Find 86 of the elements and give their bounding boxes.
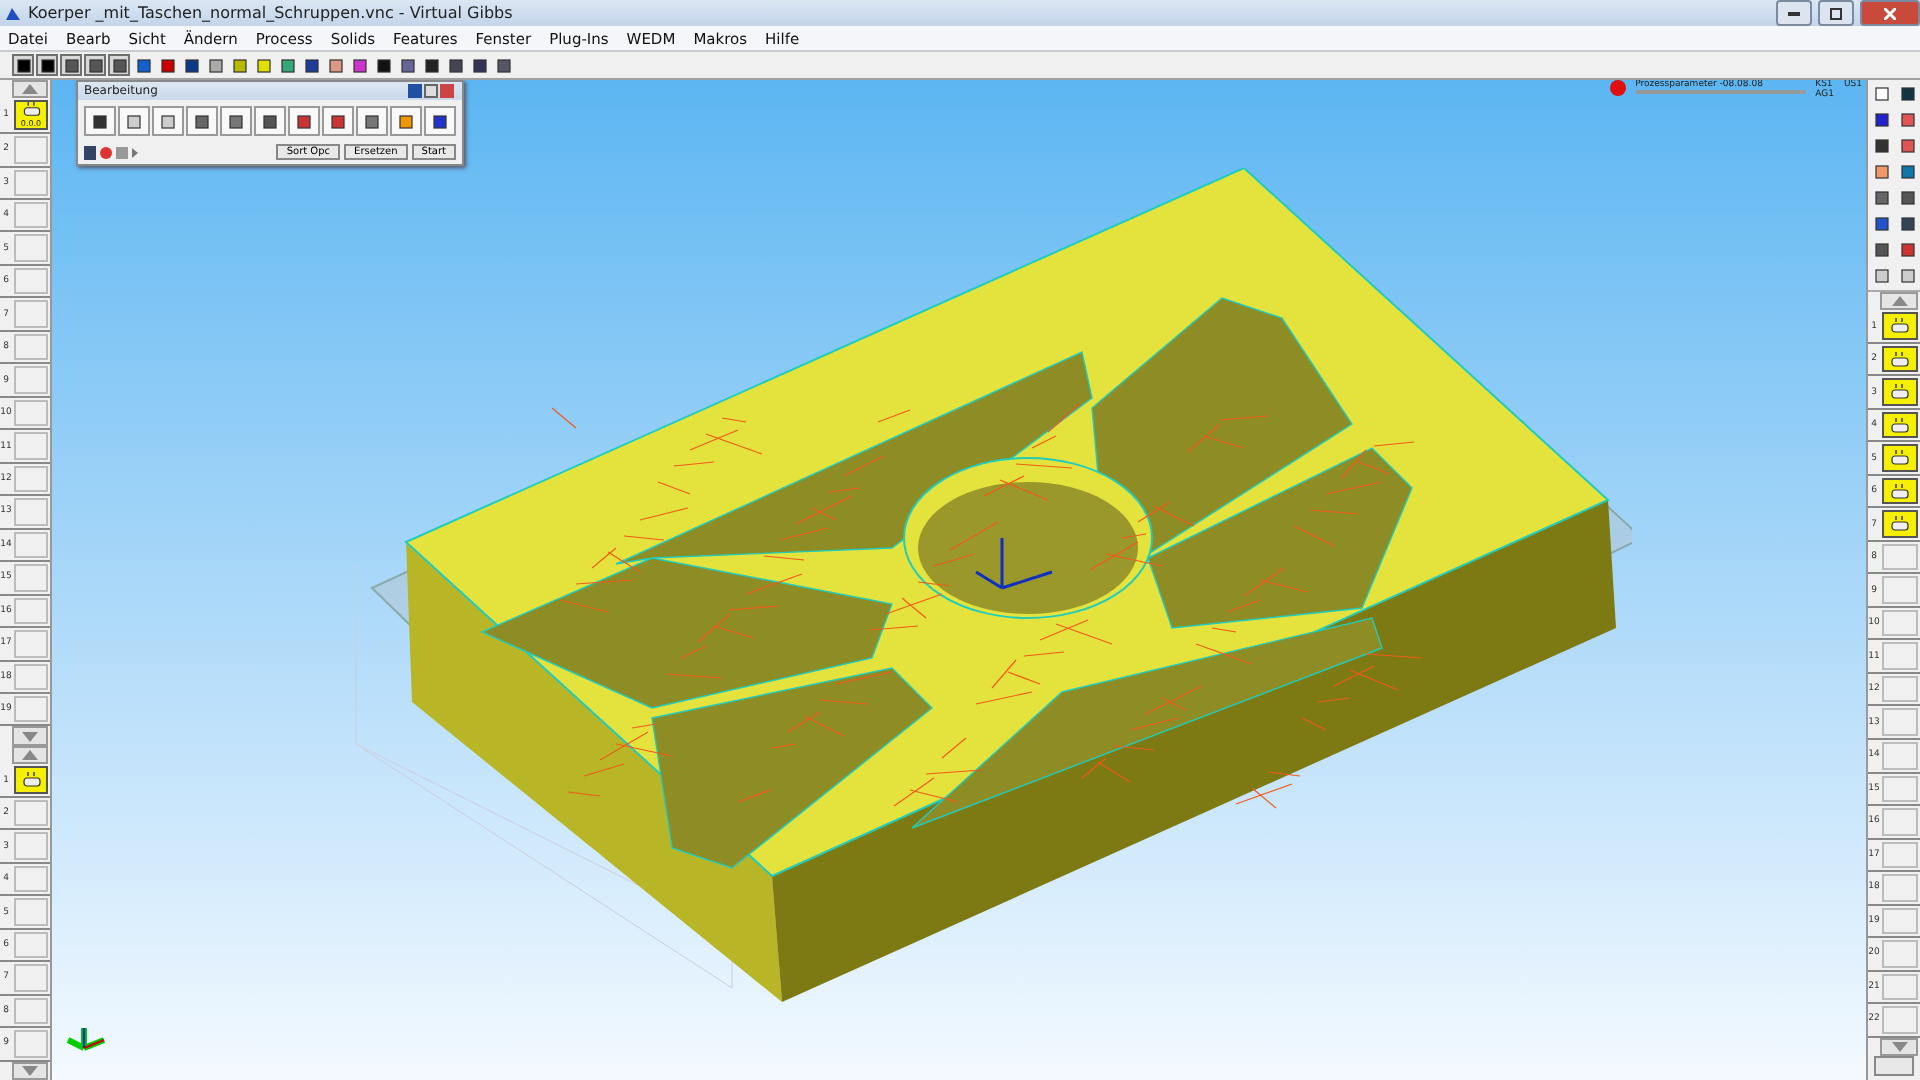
slot[interactable] bbox=[1882, 345, 1918, 373]
tool-icon bbox=[1890, 483, 1910, 500]
tool-icon bbox=[92, 113, 108, 129]
tool-button[interactable] bbox=[1896, 134, 1920, 158]
toolbar-button[interactable] bbox=[276, 54, 298, 76]
scroll-up-icon[interactable] bbox=[1889, 296, 1909, 307]
tool-icon bbox=[330, 113, 346, 129]
operation-button[interactable] bbox=[288, 106, 320, 136]
tool-button[interactable] bbox=[1870, 108, 1894, 132]
toolbar-button[interactable] bbox=[84, 54, 106, 76]
toolbar-button[interactable] bbox=[300, 54, 322, 76]
toolbar-button[interactable] bbox=[156, 54, 178, 76]
tool-icon bbox=[21, 102, 41, 119]
tool-button[interactable] bbox=[1896, 160, 1920, 184]
tool-button[interactable] bbox=[1870, 160, 1894, 184]
tool-icon bbox=[296, 113, 312, 129]
tool-icon bbox=[398, 113, 414, 129]
scroll-up-icon[interactable] bbox=[20, 750, 40, 761]
operation-button[interactable] bbox=[356, 106, 388, 136]
scroll-button[interactable] bbox=[1880, 292, 1918, 311]
tool-button[interactable] bbox=[1896, 82, 1920, 106]
operation-button[interactable] bbox=[390, 106, 422, 136]
toolbar-button[interactable] bbox=[180, 54, 202, 76]
tool-icon bbox=[160, 113, 176, 129]
tool-icon bbox=[1890, 318, 1910, 335]
scroll-up-icon[interactable] bbox=[20, 84, 40, 95]
window-title: Koerper _mit_Taschen_normal_Schruppen.vnc - Virtual Gibbs bbox=[28, 4, 515, 22]
tool-icon bbox=[1890, 450, 1910, 467]
tool-icon bbox=[364, 113, 380, 129]
tool-icon bbox=[126, 113, 142, 129]
toolbar-button[interactable] bbox=[12, 54, 34, 76]
slot[interactable] bbox=[1882, 444, 1918, 472]
minimize-icon bbox=[1788, 10, 1800, 16]
operation-button[interactable] bbox=[220, 106, 252, 136]
tool-icon bbox=[1890, 384, 1910, 401]
tool-button[interactable] bbox=[1896, 108, 1920, 132]
toolbar-button[interactable] bbox=[108, 54, 130, 76]
slot[interactable] bbox=[1882, 378, 1918, 406]
tool-button[interactable] bbox=[1870, 134, 1894, 158]
toolbar-button[interactable] bbox=[492, 54, 514, 76]
tool-icon bbox=[262, 113, 278, 129]
app-icon bbox=[4, 4, 22, 22]
toolbar-button[interactable] bbox=[396, 54, 418, 76]
slot[interactable] bbox=[1882, 411, 1918, 439]
toolbar-button[interactable] bbox=[372, 54, 394, 76]
stop-icon bbox=[1609, 80, 1626, 96]
tool-button[interactable] bbox=[1870, 238, 1894, 262]
slot[interactable] bbox=[14, 766, 48, 794]
toolbar-button[interactable] bbox=[60, 54, 82, 76]
close-icon bbox=[1884, 7, 1896, 19]
tool-icon bbox=[228, 113, 244, 129]
close-button[interactable] bbox=[1860, 0, 1920, 26]
tool-icon bbox=[1890, 351, 1910, 368]
toolbar-button[interactable] bbox=[132, 54, 154, 76]
toolbar-button[interactable] bbox=[348, 54, 370, 76]
scroll-down-icon[interactable] bbox=[20, 1065, 40, 1076]
axis-triad-icon bbox=[64, 1024, 108, 1052]
operation-button[interactable] bbox=[322, 106, 354, 136]
scroll-button[interactable] bbox=[12, 726, 48, 746]
tool-icon bbox=[1890, 417, 1910, 434]
options-icon bbox=[84, 145, 140, 159]
tool-button[interactable] bbox=[1896, 212, 1920, 236]
slot[interactable] bbox=[1882, 510, 1918, 538]
slot[interactable] bbox=[1882, 477, 1918, 505]
toolbar-button[interactable] bbox=[468, 54, 490, 76]
window-buttons-icon bbox=[408, 84, 456, 98]
tool-button[interactable] bbox=[1896, 186, 1920, 210]
operation-button[interactable] bbox=[186, 106, 218, 136]
toolbar-button[interactable] bbox=[444, 54, 466, 76]
operation-button[interactable] bbox=[254, 106, 286, 136]
toolbar-button[interactable] bbox=[420, 54, 442, 76]
tool-icon bbox=[1890, 516, 1910, 533]
tool-icon bbox=[21, 772, 41, 789]
tool-icon bbox=[194, 113, 210, 129]
maximize-icon bbox=[1830, 7, 1842, 19]
tool-button[interactable] bbox=[1870, 212, 1894, 236]
maximize-button[interactable] bbox=[1818, 0, 1854, 26]
tool-button[interactable] bbox=[1896, 238, 1920, 262]
minimize-button[interactable] bbox=[1776, 0, 1812, 26]
tool-button[interactable] bbox=[1870, 186, 1894, 210]
slot[interactable] bbox=[1882, 312, 1918, 340]
toolbar-button[interactable] bbox=[36, 54, 58, 76]
operation-button[interactable] bbox=[84, 106, 116, 136]
small-button[interactable] bbox=[1874, 1055, 1914, 1077]
operation-button[interactable] bbox=[424, 106, 456, 136]
tool-icon bbox=[432, 113, 448, 129]
